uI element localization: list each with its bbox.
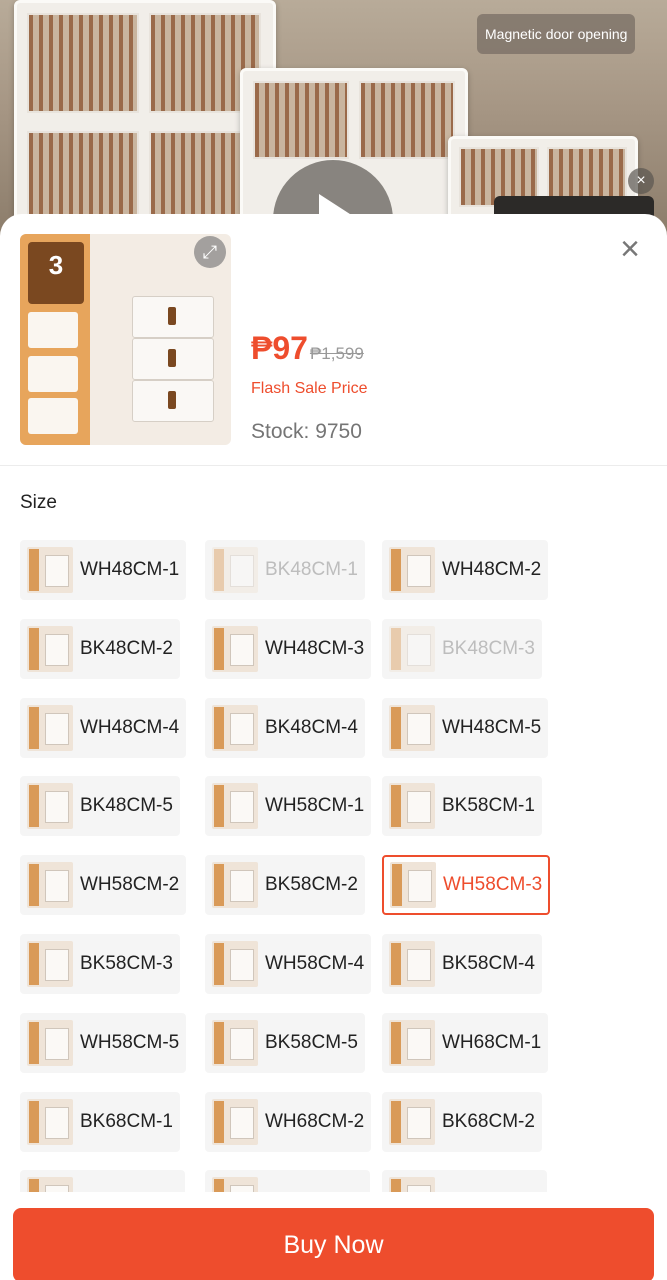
- size-option-thumbnail: [212, 783, 258, 830]
- size-option-label: WH48CM-4: [80, 716, 180, 738]
- product-video-background[interactable]: Magnetic door opening ×: [0, 0, 667, 240]
- size-option-thumbnail: [389, 1019, 435, 1066]
- size-option-label: WH48CM-3: [265, 637, 365, 659]
- size-option-thumbnail: [212, 547, 258, 593]
- size-title: Size: [20, 492, 57, 513]
- product-badge: 3: [28, 242, 84, 304]
- size-option-thumbnail: [27, 547, 73, 593]
- size-option-thumbnail: [390, 862, 436, 909]
- size-option-thumbnail: [212, 1177, 258, 1192]
- size-option-thumbnail: [27, 704, 73, 751]
- size-option-label: WH58CM-5: [80, 1031, 180, 1053]
- size-option-thumbnail: [27, 862, 73, 909]
- expand-icon[interactable]: ⤢: [194, 236, 226, 268]
- size-option-label: WH48CM-5: [442, 716, 542, 738]
- size-option-partial[interactable]: [205, 1170, 370, 1192]
- size-option-thumbnail: [389, 1177, 435, 1192]
- size-option[interactable]: WH68CM-2: [205, 1091, 372, 1152]
- size-option-label: WH58CM-1: [265, 795, 365, 817]
- size-options: WH48CM-1 BK48CM-1 WH48CM-2 BK48CM-2 WH48CM-3…: [20, 540, 660, 1192]
- size-option-label: WH48CM-2: [442, 559, 542, 580]
- flash-sale-label: Flash Sale Price: [251, 380, 368, 397]
- size-option-label: BK58CM-2: [265, 874, 358, 896]
- size-option[interactable]: BK58CM-2: [205, 855, 365, 916]
- size-option[interactable]: WH58CM-2: [20, 855, 187, 916]
- price: ₱97: [251, 330, 308, 366]
- size-option[interactable]: WH58CM-4: [205, 934, 372, 994]
- size-option-label: BK48CM-3: [442, 637, 535, 659]
- size-option-thumbnail: [27, 625, 73, 672]
- size-option[interactable]: WH48CM-2: [382, 540, 549, 600]
- size-option-thumbnail: [389, 1098, 435, 1145]
- size-option-thumbnail: [389, 625, 435, 672]
- size-option: BK48CM-1: [205, 540, 365, 600]
- size-option-label: BK68CM-1: [80, 1110, 173, 1132]
- size-option[interactable]: WH68CM-1: [382, 1012, 549, 1073]
- size-option-label: WH58CM-2: [80, 874, 180, 896]
- size-option[interactable]: WH48CM-5: [382, 697, 549, 758]
- size-option-label: WH58CM-4: [265, 953, 365, 974]
- size-option[interactable]: BK68CM-1: [20, 1091, 180, 1152]
- size-option-label: BK48CM-5: [80, 795, 173, 817]
- size-option[interactable]: WH58CM-5: [20, 1012, 187, 1073]
- size-option-thumbnail: [212, 1098, 258, 1145]
- size-option[interactable]: WH48CM-1: [20, 540, 187, 600]
- size-option-label: BK58CM-1: [442, 795, 535, 817]
- product-image[interactable]: 3: [20, 234, 231, 445]
- size-option-label: WH48CM-1: [80, 559, 180, 580]
- size-option-thumbnail: [212, 704, 258, 751]
- size-option-label: BK48CM-4: [265, 716, 358, 738]
- size-option[interactable]: BK58CM-1: [382, 776, 542, 837]
- size-option-label: WH68CM-2: [265, 1110, 365, 1132]
- size-option[interactable]: BK48CM-2: [20, 618, 180, 679]
- size-option-label: WH58CM-3: [443, 874, 543, 896]
- size-option-thumbnail: [389, 941, 435, 987]
- size-option[interactable]: WH58CM-1: [205, 776, 372, 837]
- size-option[interactable]: WH58CM-3: [382, 855, 551, 916]
- size-option[interactable]: WH48CM-4: [20, 697, 187, 758]
- size-option-label: BK58CM-4: [442, 953, 535, 974]
- size-option-thumbnail: [27, 1177, 73, 1192]
- size-option-label: BK58CM-3: [80, 953, 173, 974]
- size-option-label: BK48CM-2: [80, 637, 173, 659]
- original-price: ₱1,599: [309, 344, 364, 363]
- stock-text: Stock: 9750: [251, 420, 362, 443]
- cabinet-image-left: [14, 0, 276, 240]
- size-option-thumbnail: [389, 704, 435, 751]
- size-option-label: WH68CM-1: [442, 1031, 542, 1053]
- size-option[interactable]: BK58CM-5: [205, 1012, 365, 1073]
- size-option[interactable]: BK68CM-2: [382, 1091, 542, 1152]
- size-option[interactable]: BK48CM-5: [20, 776, 180, 837]
- size-option-thumbnail: [212, 862, 258, 909]
- price-row: ₱97 ₱1,599: [251, 330, 364, 367]
- buy-now-button[interactable]: Buy Now: [13, 1208, 654, 1280]
- size-option-thumbnail: [389, 547, 435, 593]
- size-option-thumbnail: [27, 1019, 73, 1066]
- size-option-partial[interactable]: [20, 1170, 185, 1192]
- size-option: BK48CM-3: [382, 618, 542, 679]
- size-option[interactable]: BK58CM-4: [382, 934, 542, 994]
- size-option-label: BK48CM-1: [265, 559, 358, 580]
- size-option-label: BK58CM-5: [265, 1031, 358, 1053]
- size-option-partial[interactable]: [382, 1170, 547, 1192]
- size-option-thumbnail: [212, 941, 258, 987]
- size-option[interactable]: BK48CM-4: [205, 697, 365, 758]
- size-option[interactable]: WH48CM-3: [205, 618, 372, 679]
- size-option-thumbnail: [212, 625, 258, 672]
- close-video-icon[interactable]: ×: [628, 168, 654, 194]
- size-option-thumbnail: [27, 1098, 73, 1145]
- close-icon[interactable]: ×: [614, 232, 646, 266]
- feature-chip: Magnetic door opening: [477, 14, 636, 54]
- size-option-thumbnail: [212, 1019, 258, 1066]
- size-option-thumbnail: [27, 783, 73, 830]
- size-option-thumbnail: [389, 783, 435, 830]
- size-option-label: BK68CM-2: [442, 1110, 535, 1132]
- size-option[interactable]: BK58CM-3: [20, 934, 180, 994]
- size-option-thumbnail: [27, 941, 73, 987]
